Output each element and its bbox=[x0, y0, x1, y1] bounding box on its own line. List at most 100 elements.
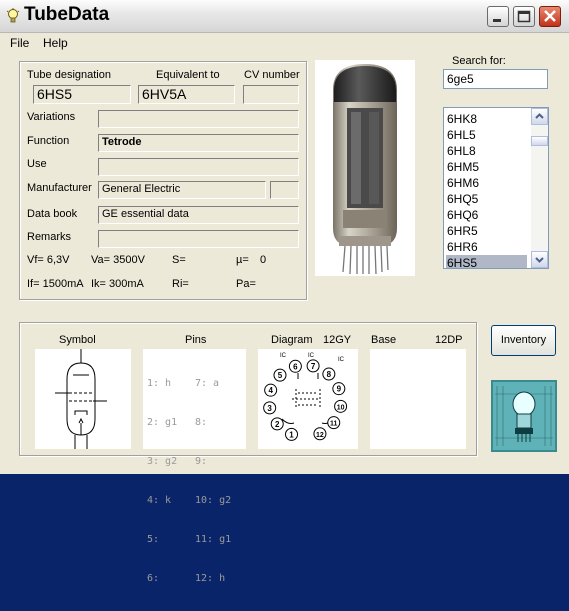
diagram-box: 1 2 3 4 5 6 7 8 9 10 11 12 IC IC IC bbox=[258, 349, 358, 449]
tube-listbox[interactable]: 6HK8 6HL5 6HL8 6HM5 6HM6 6HQ5 6HQ6 6HR5 6HR6 6HS5 bbox=[443, 107, 549, 269]
maximize-icon bbox=[517, 10, 531, 23]
use-field[interactable] bbox=[98, 158, 299, 176]
manufacturer-code-field[interactable] bbox=[270, 181, 299, 199]
menu-file[interactable]: File bbox=[10, 36, 29, 50]
symbol-box bbox=[35, 349, 131, 449]
pin-entry: 10: g2 bbox=[195, 495, 232, 506]
diagram-ic-label: IC bbox=[338, 357, 345, 363]
use-label: Use bbox=[27, 158, 47, 170]
pin-entry: 4: k bbox=[147, 495, 172, 506]
remarks-label: Remarks bbox=[27, 231, 72, 243]
tube-designation-label: Tube designation bbox=[27, 69, 111, 81]
scroll-thumb[interactable] bbox=[531, 136, 548, 146]
cv-number-label: CV number bbox=[244, 69, 300, 81]
pin-entry: 6: bbox=[147, 573, 160, 584]
manufacturer-field[interactable]: General Electric bbox=[98, 181, 266, 199]
tube-list-item[interactable]: 6HR5 bbox=[446, 223, 527, 239]
function-field[interactable]: Tetrode bbox=[98, 134, 299, 152]
diagram-ic-label: IC bbox=[280, 353, 287, 359]
base-label: Base bbox=[371, 334, 397, 346]
diagram-pin-number: 11 bbox=[330, 421, 338, 428]
pin-entry: 5: bbox=[147, 534, 160, 545]
diagram-pin-number: 8 bbox=[327, 370, 332, 379]
search-label: Search for: bbox=[452, 55, 506, 67]
equivalent-to-field[interactable]: 6HV5A bbox=[138, 85, 235, 104]
pin-entry: 7: a bbox=[195, 378, 220, 389]
if-value: If= 1500mA bbox=[27, 278, 84, 290]
data-book-field[interactable]: GE essential data bbox=[98, 206, 299, 224]
menu-help[interactable]: Help bbox=[43, 36, 68, 50]
pin-entry: 11: g1 bbox=[195, 534, 232, 545]
tube-list-item[interactable]: 6HM6 bbox=[446, 175, 527, 191]
chevron-up-icon bbox=[535, 113, 544, 119]
window-title: TubeData bbox=[24, 4, 110, 25]
manufacturer-label: Manufacturer bbox=[27, 182, 92, 194]
close-icon bbox=[544, 10, 556, 22]
diagram-pin-number: 2 bbox=[275, 420, 280, 429]
pins-right-column: 7: a 8: 9: 10: g2 11: g1 12: h bbox=[195, 351, 231, 611]
close-button[interactable] bbox=[539, 6, 561, 27]
variations-label: Variations bbox=[27, 111, 76, 123]
minimize-button[interactable] bbox=[487, 6, 509, 27]
list-scrollbar[interactable] bbox=[531, 108, 548, 268]
base-code: 12DP bbox=[435, 334, 463, 346]
title-bar[interactable]: TubeData bbox=[0, 0, 569, 33]
s-value: S= bbox=[172, 254, 186, 266]
tube-list-item[interactable]: 6HL5 bbox=[446, 127, 527, 143]
diagram-pin-number: 6 bbox=[293, 362, 298, 371]
tube-photo bbox=[315, 60, 415, 276]
tube-list-item[interactable]: 6HM5 bbox=[446, 159, 527, 175]
tube-list-item[interactable]: 6HL8 bbox=[446, 143, 527, 159]
diagram-pin-number: 1 bbox=[289, 430, 294, 439]
pin-entry: 8: bbox=[195, 417, 208, 428]
tube-list-item[interactable]: 6HK8 bbox=[446, 111, 527, 127]
diagram-pin-number: 7 bbox=[311, 362, 316, 371]
diagram-ic-label: IC bbox=[308, 353, 315, 359]
inventory-button[interactable]: Inventory bbox=[491, 325, 556, 356]
diagram-pin-number: 9 bbox=[337, 385, 342, 394]
remarks-field[interactable] bbox=[98, 230, 299, 248]
diagram-pin-number: 5 bbox=[278, 371, 283, 380]
tube-list-item[interactable]: 6HQ5 bbox=[446, 191, 527, 207]
ri-value: Ri= bbox=[172, 278, 189, 290]
variations-field[interactable] bbox=[98, 110, 299, 128]
tube-list-item[interactable]: 6HR6 bbox=[446, 239, 527, 255]
pin-entry: 12: h bbox=[195, 573, 226, 584]
base-box bbox=[370, 349, 466, 449]
tetrode-symbol bbox=[55, 349, 107, 449]
diagram-code: 12GY bbox=[323, 334, 352, 346]
mu-label: µ= bbox=[236, 254, 249, 266]
tube-list-item[interactable]: 6HQ6 bbox=[446, 207, 527, 223]
pins-left-column: 1: h 2: g1 3: g2 4: k 5: 6: bbox=[147, 351, 183, 611]
chevron-down-icon bbox=[535, 257, 544, 263]
pins-label: Pins bbox=[185, 334, 207, 346]
symbol-label: Symbol bbox=[59, 334, 96, 346]
main-window: TubeData File Help Tube designation Equi… bbox=[0, 0, 569, 584]
vf-value: Vf= 6,3V bbox=[27, 254, 70, 266]
tube-list-item[interactable]: 6HS5 bbox=[446, 255, 527, 268]
base-diagram: 123456 789101112IC ICIC bbox=[263, 353, 348, 441]
tube-designation-field[interactable]: 6HS5 bbox=[33, 85, 131, 104]
maximize-button[interactable] bbox=[513, 6, 535, 27]
scroll-up-button[interactable] bbox=[531, 108, 548, 125]
diagram-pin-number: 12 bbox=[316, 432, 324, 439]
menu-bar: File Help bbox=[0, 33, 569, 52]
diagram-pin-number: 3 bbox=[267, 404, 272, 413]
pin-entry: 9: bbox=[195, 456, 208, 467]
scroll-down-button[interactable] bbox=[531, 251, 548, 268]
diagram-label: Diagram bbox=[271, 334, 313, 346]
cv-number-field[interactable] bbox=[243, 85, 299, 104]
data-book-label: Data book bbox=[27, 208, 78, 220]
pin-entry: 2: g1 bbox=[147, 417, 178, 428]
mu-value: 0 bbox=[260, 254, 267, 266]
equivalent-to-label: Equivalent to bbox=[156, 69, 220, 81]
search-input[interactable] bbox=[443, 69, 548, 89]
function-label: Function bbox=[27, 135, 70, 147]
pin-entry: 3: g2 bbox=[147, 456, 178, 467]
va-value: Va= 3500V bbox=[91, 254, 145, 266]
pins-box: 1: h 2: g1 3: g2 4: k 5: 6: 7: a 8: 9: 1… bbox=[143, 349, 246, 584]
minimize-icon bbox=[493, 19, 501, 22]
lightbulb-icon bbox=[6, 8, 20, 23]
ik-value: Ik= 300mA bbox=[91, 278, 144, 290]
tubedata-logo bbox=[491, 380, 557, 452]
